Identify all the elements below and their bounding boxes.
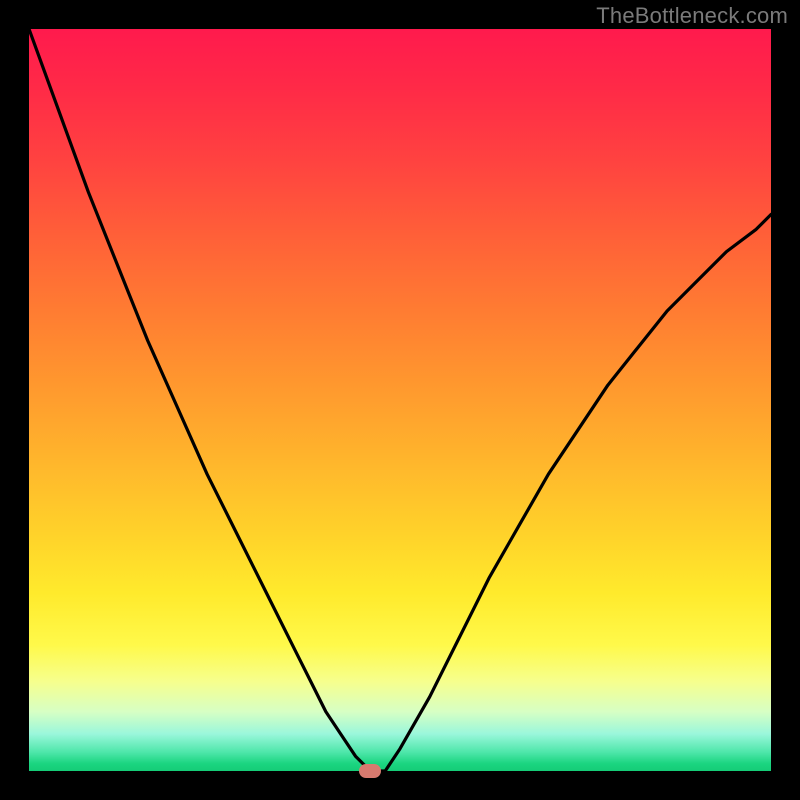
- bottleneck-curve: [29, 29, 771, 771]
- watermark-text: TheBottleneck.com: [596, 3, 788, 29]
- chart-frame: TheBottleneck.com: [0, 0, 800, 800]
- optimum-marker: [359, 764, 381, 778]
- plot-area: [29, 29, 771, 771]
